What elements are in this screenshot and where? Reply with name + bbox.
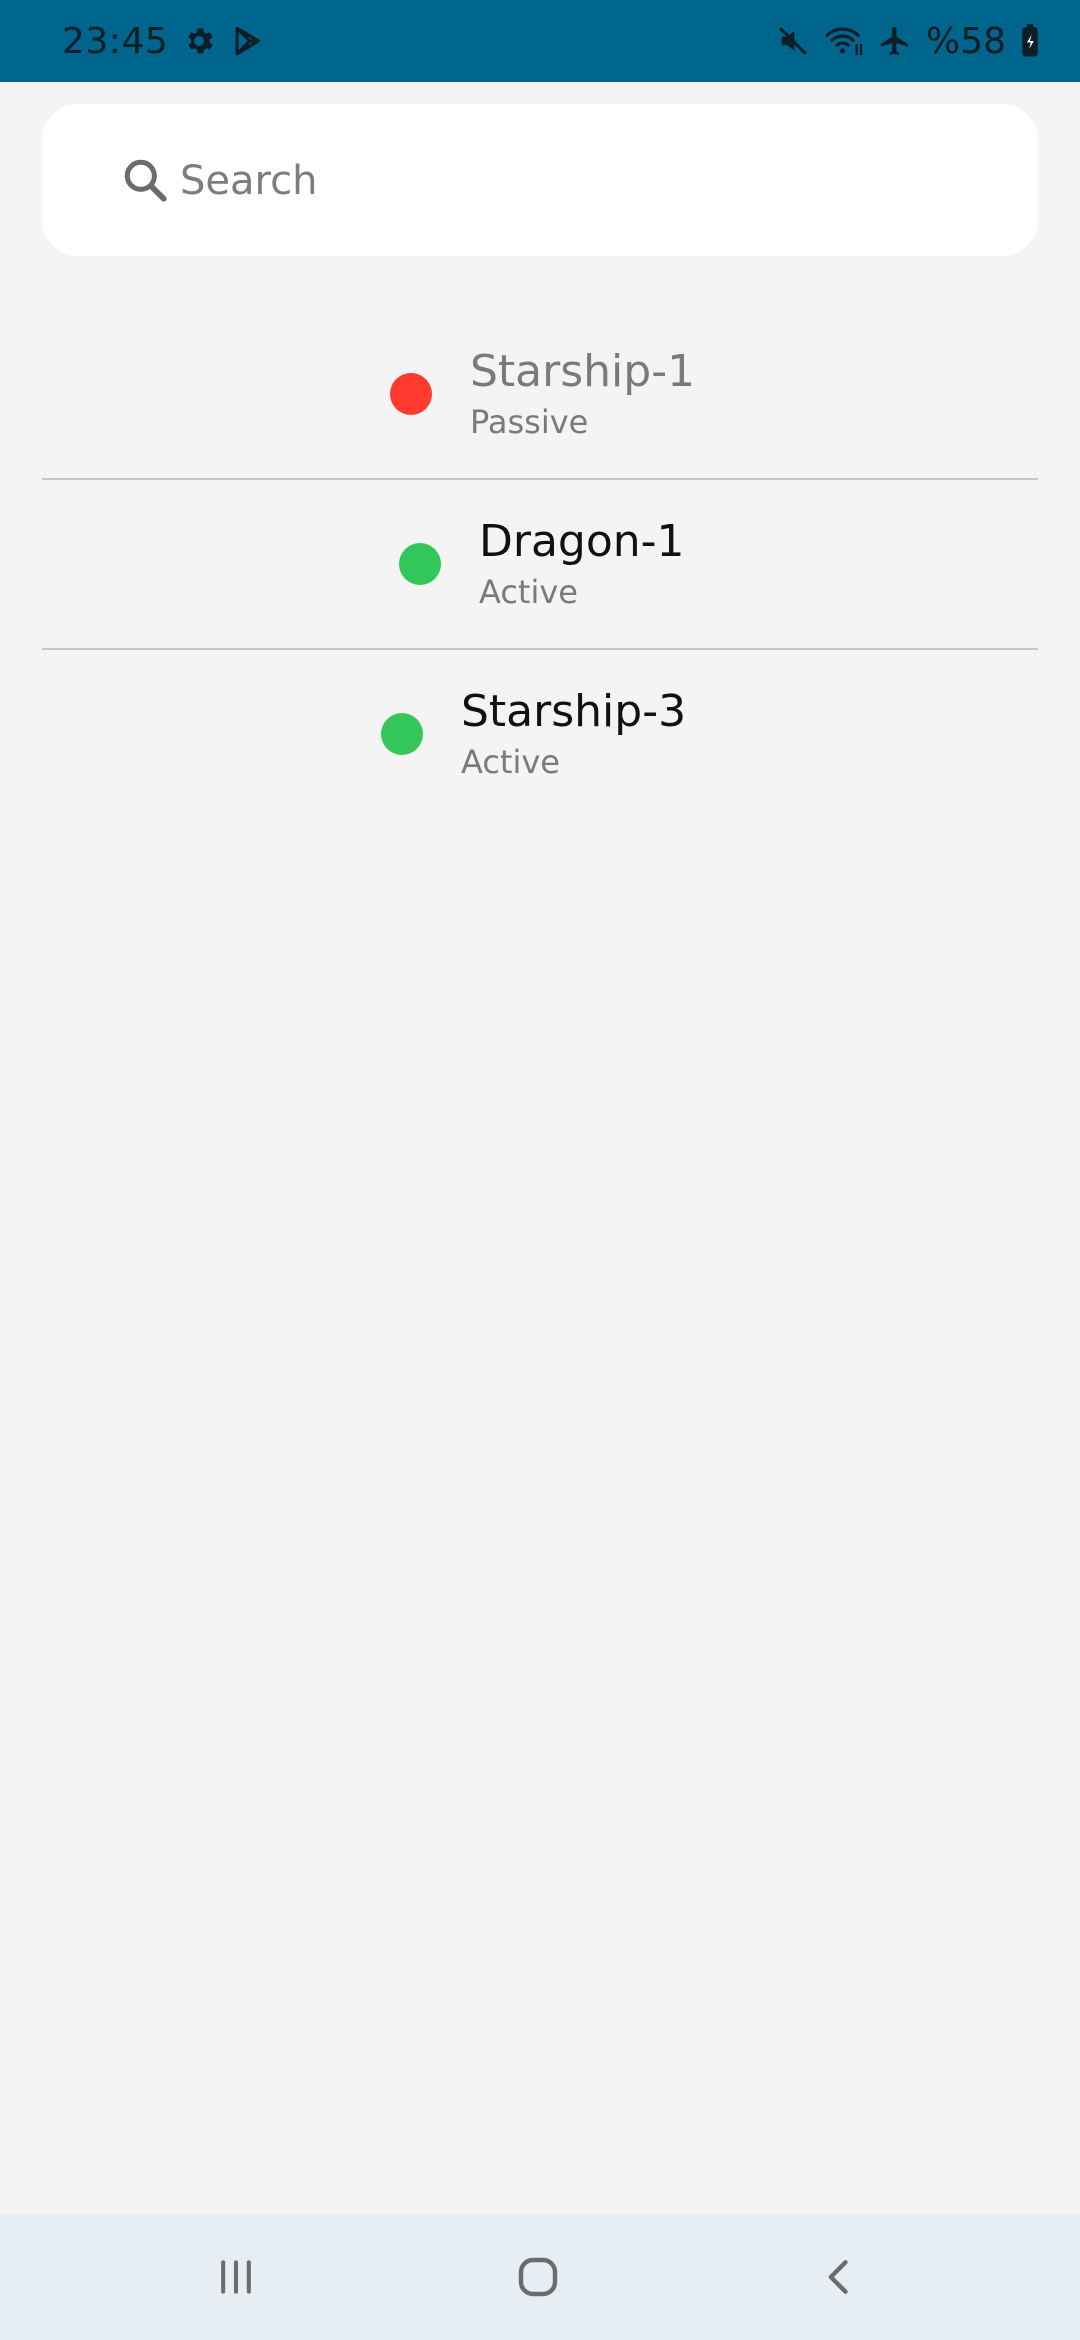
battery-icon [1020,24,1040,58]
wifi-icon [824,24,864,58]
list-item[interactable]: Starship-3 Active [42,650,1038,818]
recent-apps-button[interactable] [166,2214,306,2340]
airplane-icon [878,24,912,58]
play-store-icon [230,24,264,58]
item-status: Active [479,573,578,611]
status-dot [399,543,441,585]
status-dot [381,713,423,755]
list-item[interactable]: Starship-1 Passive [42,310,1038,480]
item-name: Dragon-1 [479,516,685,567]
item-name: Starship-1 [470,346,696,397]
item-status: Active [461,743,560,781]
status-time: 23:45 [62,20,169,62]
list-item[interactable]: Dragon-1 Active [42,480,1038,650]
search-bar [42,104,1038,258]
gear-icon [182,24,216,58]
status-bar: 23:45 %58 [0,0,1080,82]
spacecraft-list: Starship-1 Passive Dragon-1 Active Stars… [42,310,1038,818]
item-text: Dragon-1 Active [479,515,685,613]
recent-apps-icon [214,2255,258,2299]
home-button[interactable] [468,2214,608,2340]
home-icon [514,2253,562,2301]
back-button[interactable] [770,2214,910,2340]
mute-icon [776,24,810,58]
battery-percentage: %58 [925,20,1006,62]
item-status: Passive [470,403,589,441]
navigation-bar [0,2214,1080,2340]
item-text: Starship-1 Passive [470,345,695,443]
status-right: %58 [776,0,1040,82]
back-icon [818,2255,862,2299]
status-left: 23:45 [62,0,264,82]
search-icon[interactable] [120,155,170,205]
search-input[interactable] [178,104,1002,258]
status-dot [390,373,432,415]
item-text: Starship-3 Active [461,685,686,783]
item-name: Starship-3 [461,686,687,737]
